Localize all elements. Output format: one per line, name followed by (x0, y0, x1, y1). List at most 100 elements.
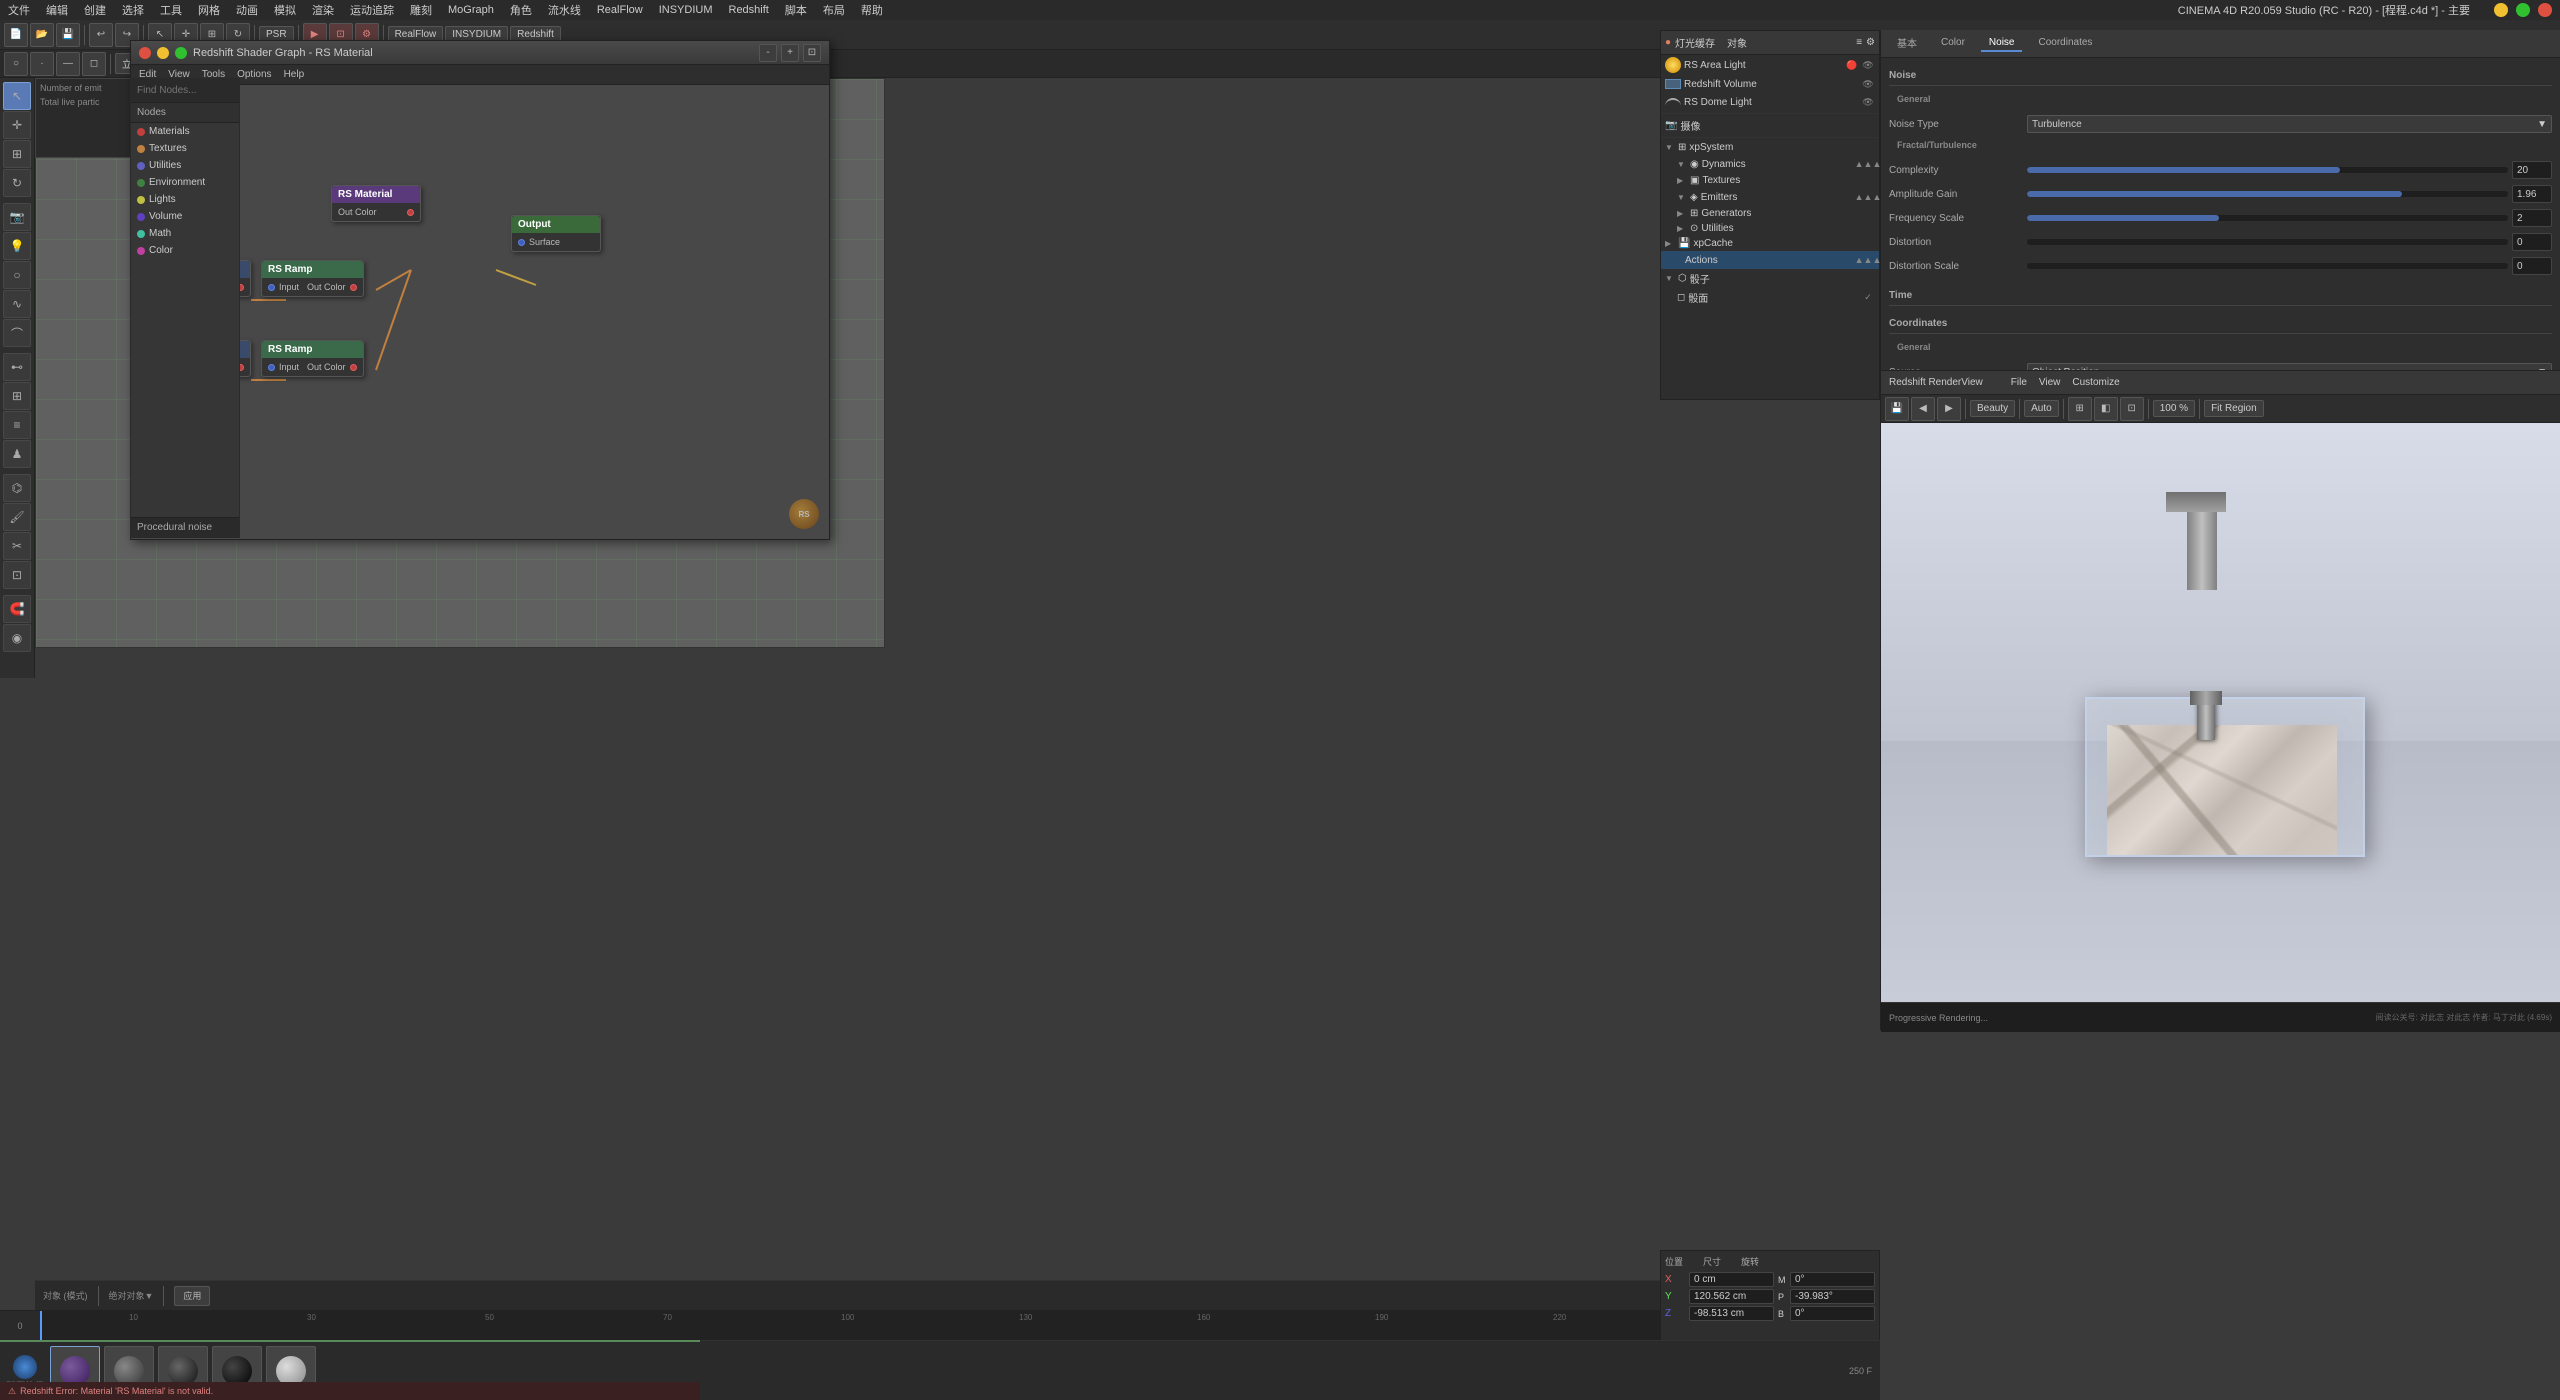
menu-redshift[interactable]: Redshift (729, 4, 769, 16)
viewport-filter[interactable]: ◉ (3, 624, 31, 652)
rv-menu-file[interactable]: File (2011, 377, 2027, 388)
scene-item-utilities[interactable]: ▶ ⊙ Utilities (1661, 221, 1879, 236)
scene-item-dynamics[interactable]: ▼ ◉ Dynamics ▲▲▲ (1661, 155, 1879, 173)
sg-close-button[interactable] (139, 47, 151, 59)
category-volume[interactable]: Volume (131, 208, 239, 225)
menu-realflow[interactable]: RealFlow (597, 4, 643, 16)
menu-tools[interactable]: 工具 (160, 2, 182, 18)
frequency-slider[interactable] (2027, 215, 2508, 221)
rs-ramp-2-node[interactable]: RS Ramp Input Out Color (261, 340, 364, 377)
category-lights[interactable]: Lights (131, 191, 239, 208)
category-environment[interactable]: Environment (131, 174, 239, 191)
knife-tool[interactable]: ✂ (3, 532, 31, 560)
menu-mesh[interactable]: 网格 (198, 2, 220, 18)
rv-lut-btn[interactable]: ◧ (2094, 397, 2118, 421)
menu-animation[interactable]: 动画 (236, 2, 258, 18)
light-tool[interactable]: 💡 (3, 232, 31, 260)
menu-help[interactable]: 帮助 (861, 2, 883, 18)
complexity-input[interactable] (2512, 161, 2552, 179)
sg-zoom-out[interactable]: - (759, 44, 777, 62)
amplitude-slider[interactable] (2027, 191, 2508, 197)
scene-item-rs-volume[interactable]: Redshift Volume 👁 (1661, 75, 1879, 93)
category-utilities[interactable]: Utilities (131, 157, 239, 174)
rv-channel-btn[interactable]: ⊞ (2068, 397, 2092, 421)
sg-fit[interactable]: ⊡ (803, 44, 821, 62)
menu-edit[interactable]: 编辑 (46, 2, 68, 18)
rv-next-btn[interactable]: ▶ (1937, 397, 1961, 421)
tab-noise[interactable]: Noise (1981, 35, 2023, 52)
menu-create[interactable]: 创建 (84, 2, 106, 18)
scene-item-generators[interactable]: ▶ ⊞ Generators (1661, 206, 1879, 221)
category-color[interactable]: Color (131, 242, 239, 259)
complexity-slider[interactable] (2027, 167, 2508, 173)
rs-vol-eye[interactable]: 👁 (1861, 77, 1875, 91)
menu-motiontrack[interactable]: 运动追踪 (350, 2, 394, 18)
y-rot-val[interactable]: -39.983° (1790, 1289, 1875, 1304)
open-button[interactable]: 📂 (30, 23, 54, 47)
scene-item-camera[interactable]: 📷 摄像 (1661, 116, 1879, 135)
tab-coordinates[interactable]: Coordinates (2030, 35, 2100, 52)
deformer-tool[interactable]: ⊷ (3, 353, 31, 381)
rs-material-node[interactable]: RS Material Out Color (331, 185, 421, 222)
menu-character[interactable]: 角色 (510, 2, 532, 18)
move-tool[interactable]: ✛ (3, 111, 31, 139)
scene-item-xpcache[interactable]: ▶ 💾 xpCache (1661, 236, 1879, 251)
scene-item-actions[interactable]: Actions ▲▲▲ (1661, 251, 1879, 269)
sg-minimize-button[interactable] (157, 47, 169, 59)
rs-ramp-1-node[interactable]: RS Ramp Input Out Color (261, 260, 364, 297)
rotate-tool[interactable]: ↻ (3, 169, 31, 197)
menu-pipeline[interactable]: 流水线 (548, 2, 581, 18)
undo-button[interactable]: ↩ (89, 23, 113, 47)
rs-material-out-dot[interactable] (407, 209, 414, 216)
point-mode-button[interactable]: · (30, 52, 54, 76)
scene-item-rs-area-light[interactable]: RS Area Light 🔴 👁 (1661, 55, 1879, 75)
scene-filter-icon[interactable]: ≡ (1856, 37, 1862, 48)
rv-clamp-btn[interactable]: ⊡ (2120, 397, 2144, 421)
rv-zoom-label[interactable]: 100 % (2153, 400, 2195, 417)
rs-dome-eye[interactable]: 👁 (1861, 95, 1875, 109)
distortion-slider[interactable] (2027, 239, 2508, 245)
hair-tool[interactable]: ≡ (3, 411, 31, 439)
vis-traffic-icon[interactable]: 🔴 (1845, 58, 1859, 72)
sg-menu-options[interactable]: Options (237, 69, 271, 80)
rv-menu-view[interactable]: View (2039, 377, 2061, 388)
z-pos-val[interactable]: -98.513 cm (1689, 1306, 1774, 1321)
rs-ramp-1-in-dot[interactable] (268, 284, 275, 291)
vis-eye-icon[interactable]: 👁 (1861, 58, 1875, 72)
extrude-tool[interactable]: ⊡ (3, 561, 31, 589)
camera-tool[interactable]: 📷 (3, 203, 31, 231)
primitive-tool[interactable]: ○ (3, 261, 31, 289)
frequency-input[interactable] (2512, 209, 2552, 227)
poly-mode-button[interactable]: ◻ (82, 52, 106, 76)
close-button[interactable] (2538, 3, 2552, 17)
scene-item-dice-face[interactable]: ◻ 骰面 ✓ (1661, 288, 1879, 307)
select-tool[interactable]: ↖ (3, 82, 31, 110)
tab-basic[interactable]: 基本 (1889, 33, 1925, 54)
scale-tool[interactable]: ⊞ (3, 140, 31, 168)
sg-menu-help[interactable]: Help (284, 69, 305, 80)
amplitude-input[interactable] (2512, 185, 2552, 203)
distortion-scale-slider[interactable] (2027, 263, 2508, 269)
spline-tool[interactable]: ∿ (3, 290, 31, 318)
rs-ramp-2-in-dot[interactable] (268, 364, 275, 371)
sculpt-tool[interactable]: ⌬ (3, 474, 31, 502)
sg-maximize-button[interactable] (175, 47, 187, 59)
category-math[interactable]: Math (131, 225, 239, 242)
dice-face-check[interactable]: ✓ (1861, 291, 1875, 305)
object-mode-button[interactable]: ○ (4, 52, 28, 76)
output-in-dot[interactable] (518, 239, 525, 246)
tab-color[interactable]: Color (1933, 35, 1973, 52)
menu-select[interactable]: 选择 (122, 2, 144, 18)
node-search-input[interactable] (131, 79, 239, 103)
maximize-button[interactable] (2516, 3, 2530, 17)
snap-tool[interactable]: 🧲 (3, 595, 31, 623)
mograph-tool[interactable]: ⊞ (3, 382, 31, 410)
menu-layout[interactable]: 布局 (823, 2, 845, 18)
y-pos-val[interactable]: 120.562 cm (1689, 1289, 1774, 1304)
noise-type-dropdown[interactable]: Turbulence ▼ (2027, 115, 2552, 133)
menu-simulate[interactable]: 模拟 (274, 2, 296, 18)
paint-tool[interactable]: 🖌 (3, 503, 31, 531)
timeline-playhead[interactable] (40, 1311, 42, 1340)
rv-save-btn[interactable]: 💾 (1885, 397, 1909, 421)
menu-sculpt[interactable]: 雕刻 (410, 2, 432, 18)
